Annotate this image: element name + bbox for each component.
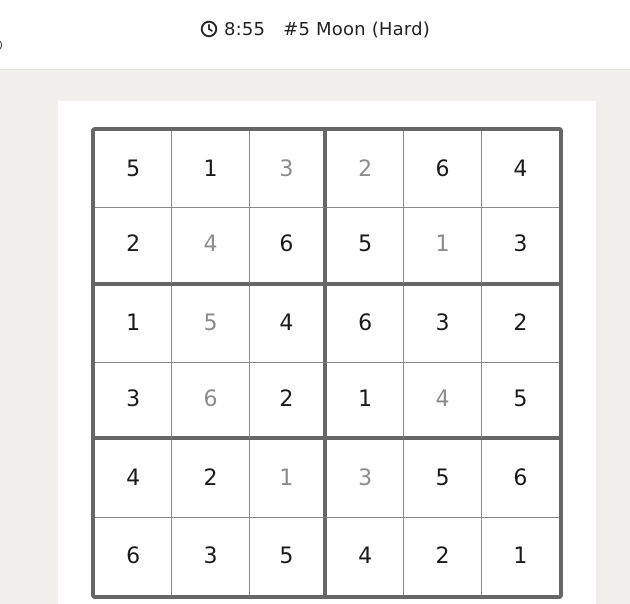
grid-cell[interactable]: 6 (327, 285, 405, 363)
grid-cell[interactable]: 5 (95, 131, 173, 209)
grid-cell[interactable]: 1 (327, 363, 405, 441)
grid-cell[interactable]: 1 (482, 518, 559, 595)
grid-cell[interactable]: 5 (327, 208, 405, 286)
grid-cell[interactable]: 2 (404, 517, 482, 595)
grid-cell[interactable]: 2 (172, 440, 250, 518)
grid-cell[interactable]: 3 (327, 440, 405, 518)
grid-cell[interactable]: 1 (404, 208, 482, 286)
grid-cell[interactable]: 2 (95, 208, 173, 286)
grid-cell[interactable]: 5 (172, 285, 250, 363)
grid-cell[interactable]: 3 (481, 208, 559, 286)
grid-cell[interactable]: 2 (481, 286, 559, 363)
grid-cell[interactable]: 3 (95, 363, 173, 441)
grid-cell[interactable]: 2 (249, 363, 327, 441)
grid-cell[interactable]: 1 (249, 440, 327, 518)
grid-cell[interactable]: 5 (404, 440, 482, 518)
grid-cell[interactable]: 4 (95, 440, 173, 518)
grid-cell[interactable]: 4 (481, 131, 559, 209)
grid-cell[interactable]: 6 (249, 208, 327, 286)
grid-cell[interactable]: 3 (172, 517, 250, 595)
grid-cell[interactable]: 5 (250, 517, 327, 595)
grid-cell[interactable]: 4 (327, 517, 405, 595)
grid-cell[interactable]: 4 (249, 285, 327, 363)
grid-cell[interactable]: 6 (172, 363, 250, 441)
grid-cell[interactable]: 3 (404, 285, 482, 363)
grid-cell[interactable]: 4 (172, 208, 250, 286)
grid-cell[interactable]: 4 (404, 363, 482, 441)
partial-icon (0, 40, 2, 50)
grid-cell[interactable]: 6 (404, 131, 482, 209)
puzzle-title: #5 Moon (Hard) (283, 19, 431, 40)
grid-cell[interactable]: 1 (172, 131, 250, 209)
timer: 8:55 (223, 19, 266, 40)
title-row: 8:55 #5 Moon (Hard) (0, 19, 630, 40)
grid-cell[interactable]: 2 (327, 131, 405, 209)
sudoku-grid: 513264246513154632362145421356635421 (91, 127, 563, 599)
grid-cell[interactable]: 1 (95, 285, 173, 363)
grid-cell[interactable]: 6 (95, 517, 173, 595)
clock-icon (200, 20, 218, 37)
header-bar: 8:55 #5 Moon (Hard) (0, 0, 630, 70)
grid-cell[interactable]: 3 (249, 131, 327, 209)
grid-cell[interactable]: 6 (481, 440, 559, 518)
grid-cell[interactable]: 5 (481, 363, 559, 441)
